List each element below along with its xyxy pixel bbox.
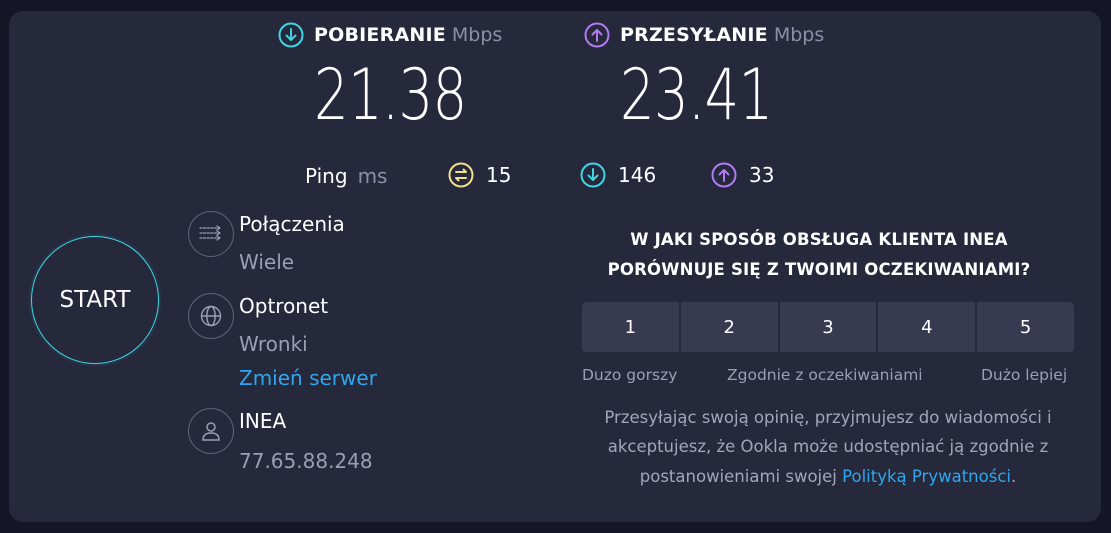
- rating-scale: 1 2 3 4 5: [582, 302, 1074, 352]
- change-server-link[interactable]: Zmień serwer: [239, 366, 377, 390]
- ping-label: Ping: [305, 164, 348, 188]
- upload-arrow-icon: [584, 22, 610, 48]
- rating-label-mid: Zgodnie z oczekiwaniami: [727, 366, 923, 384]
- globe-icon: [188, 293, 234, 339]
- ping-upload-value: 33: [749, 163, 775, 187]
- ping-idle-value: 15: [486, 163, 512, 187]
- connections-arrows-icon: [199, 225, 221, 241]
- connections-value: Wiele: [239, 250, 295, 274]
- download-header: POBIERANIE Mbps: [278, 22, 502, 48]
- ping-unit: ms: [357, 164, 388, 188]
- rating-option-2[interactable]: 2: [680, 302, 778, 352]
- provider-name: INEA: [239, 409, 287, 433]
- upload-title: PRZESYŁANIE: [620, 24, 768, 46]
- download-latency-icon: [580, 162, 606, 188]
- connections-title: Połączenia: [239, 212, 345, 236]
- ping-idle: 15: [448, 161, 511, 189]
- survey-question-line1: W JAKI SPOSÓB OBSŁUGA KLIENTA INEA: [630, 230, 1008, 249]
- download-title: POBIERANIE: [314, 24, 446, 46]
- consent-line3-text: postanowieniami swojej: [639, 467, 837, 486]
- consent-line2: akceptujesz, że Ookla może udostępniać j…: [607, 437, 1049, 456]
- rating-option-1[interactable]: 1: [582, 302, 679, 352]
- rating-option-4[interactable]: 4: [878, 302, 976, 352]
- rating-label-high: Dużo lepiej: [981, 366, 1068, 384]
- idle-latency-icon: [448, 162, 474, 188]
- ping-label-group: Ping ms: [305, 162, 387, 190]
- consent-line1: Przesyłając swoją opinię, przyjmujesz do…: [604, 408, 1052, 427]
- start-button[interactable]: START: [31, 236, 159, 364]
- consent-line3-period: .: [1010, 467, 1017, 486]
- upload-unit: Mbps: [773, 24, 825, 46]
- rating-option-3[interactable]: 3: [779, 302, 877, 352]
- privacy-policy-link[interactable]: Polityką Prywatności: [842, 467, 1011, 486]
- server-location: Wronki: [239, 332, 308, 356]
- survey-question-line2: PORÓWNUJE SIĘ Z TWOIMI OCZEKIWANIAMI?: [607, 260, 1031, 279]
- download-arrow-icon: [278, 22, 304, 48]
- rating-option-5[interactable]: 5: [977, 302, 1074, 352]
- download-value: 21.38: [314, 54, 467, 136]
- consent-line3: postanowieniami swojej Polityką Prywatno…: [568, 467, 1088, 486]
- ping-download: 146: [580, 161, 656, 189]
- provider-ip: 77.65.88.248: [239, 449, 373, 473]
- globe-glyph-icon: [200, 305, 222, 327]
- upload-header: PRZESYŁANIE Mbps: [584, 22, 824, 48]
- download-unit: Mbps: [451, 24, 503, 46]
- server-name: Optronet: [239, 294, 329, 318]
- ping-upload: 33: [711, 161, 774, 189]
- upload-latency-icon: [711, 162, 737, 188]
- person-glyph-icon: [202, 422, 220, 441]
- upload-value: 23.41: [620, 54, 773, 136]
- connections-icon: [188, 211, 234, 257]
- user-icon: [188, 408, 234, 454]
- ping-download-value: 146: [618, 163, 657, 187]
- rating-label-low: Duzo gorszy: [582, 366, 678, 384]
